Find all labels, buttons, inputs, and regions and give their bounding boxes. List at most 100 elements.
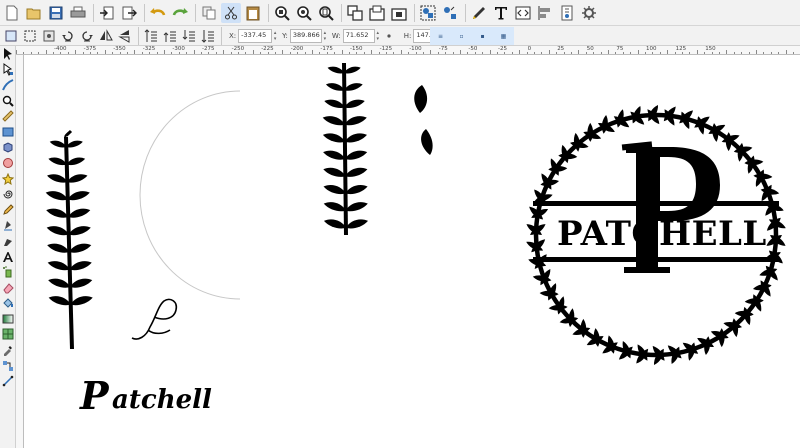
commands-toolbar <box>0 0 800 26</box>
pen-tool-icon[interactable] <box>0 218 16 234</box>
gradient-tool-icon[interactable] <box>0 311 16 327</box>
clone-icon[interactable] <box>367 3 387 23</box>
ruler-tick <box>349 52 350 54</box>
ruler-label: 100 <box>646 46 657 52</box>
group-icon[interactable] <box>418 3 438 23</box>
rotate-cw-icon[interactable] <box>78 27 95 44</box>
dropper-tool-icon[interactable] <box>0 342 16 358</box>
mesh-tool-icon[interactable] <box>0 327 16 343</box>
fern-leaf <box>68 259 93 272</box>
script-name-initial[interactable]: P <box>80 373 109 418</box>
zoom-tool-icon[interactable] <box>0 93 16 109</box>
xml-editor-icon[interactable] <box>513 3 533 23</box>
zoom-page-icon[interactable] <box>316 3 336 23</box>
document-properties-icon[interactable] <box>579 3 599 23</box>
tool-controls-bar: X: -337.45 ▴ ▾ Y: 389.866 ▴ ▾ W: 71.652 ▴ ▾… <box>0 26 800 46</box>
lpe-tool-icon[interactable] <box>0 373 16 389</box>
measure-tool-icon[interactable] <box>0 108 16 124</box>
fill-stroke-icon[interactable] <box>469 3 489 23</box>
loose-leaves[interactable] <box>414 85 433 155</box>
select-all-icon[interactable] <box>2 27 19 44</box>
ruler-tick <box>526 52 528 54</box>
guide-arc[interactable] <box>139 90 241 300</box>
deselect-icon[interactable] <box>40 27 57 44</box>
copy-icon[interactable] <box>199 3 219 23</box>
import-icon[interactable] <box>97 3 117 23</box>
ruler-tick <box>215 52 217 54</box>
scale-radius-icon[interactable]: ▫ <box>455 29 469 43</box>
ruler-tick <box>652 52 654 54</box>
redo-icon[interactable] <box>170 3 190 23</box>
y-input[interactable]: 389.866 <box>289 28 322 43</box>
lower-icon[interactable] <box>180 27 197 44</box>
ruler-tick <box>156 52 158 54</box>
rectangle-tool-icon[interactable] <box>0 124 16 140</box>
duplicate-icon[interactable] <box>345 3 365 23</box>
lock-proportions-icon[interactable] <box>381 27 398 44</box>
select-all-layers-icon[interactable] <box>21 27 38 44</box>
ruler-tick <box>38 52 40 54</box>
unlink-clone-icon[interactable] <box>389 3 409 23</box>
move-patterns-icon[interactable]: ▦ <box>497 29 511 43</box>
paint-bucket-tool-icon[interactable] <box>0 296 16 312</box>
fern-leaf <box>67 224 92 237</box>
3d-box-tool-icon[interactable] <box>0 140 16 156</box>
fern-leaf <box>67 207 92 219</box>
ruler-tick <box>134 50 136 54</box>
ellipse-tool-icon[interactable] <box>0 155 16 171</box>
fern-leaf <box>69 294 94 307</box>
cut-icon[interactable] <box>221 2 241 23</box>
ruler-tick <box>356 52 358 54</box>
raise-icon[interactable] <box>161 27 178 44</box>
preferences-icon[interactable] <box>557 3 577 23</box>
ruler-tick <box>756 50 757 54</box>
connector-tool-icon[interactable] <box>0 358 16 374</box>
toolbar-separator <box>93 3 94 22</box>
monogram-name-text[interactable]: PATCHELL <box>557 214 767 254</box>
star-tool-icon[interactable] <box>0 171 16 187</box>
fern-branch-middle[interactable] <box>321 62 369 236</box>
ungroup-icon[interactable] <box>440 3 460 23</box>
node-tool-icon[interactable] <box>0 62 16 78</box>
zoom-selection-icon[interactable] <box>272 3 292 23</box>
print-icon[interactable] <box>68 3 88 23</box>
spray-tool-icon[interactable] <box>0 264 16 280</box>
w-input[interactable]: 71.652 <box>342 28 375 43</box>
paste-icon[interactable] <box>243 3 263 23</box>
fern-leaf <box>322 183 347 195</box>
x-spin-icon[interactable]: ▴ ▾ <box>272 30 278 42</box>
x-input[interactable]: -337.45 <box>238 28 273 43</box>
calligraphy-tool-icon[interactable] <box>0 233 16 249</box>
open-icon[interactable] <box>24 3 44 23</box>
script-name-text[interactable]: atchell <box>112 385 212 415</box>
selector-tool-icon[interactable] <box>0 46 16 62</box>
undo-icon[interactable] <box>148 3 168 23</box>
ruler-tick <box>201 52 202 54</box>
move-gradients-icon[interactable]: ▪ <box>476 29 490 43</box>
spiral-tool-icon[interactable] <box>0 186 16 202</box>
eraser-tool-icon[interactable] <box>0 280 16 296</box>
flip-vertical-icon[interactable] <box>116 27 133 44</box>
lower-to-bottom-icon[interactable] <box>199 27 216 44</box>
y-spin-icon[interactable]: ▴ ▾ <box>322 30 328 42</box>
ruler-tick <box>238 52 239 54</box>
ruler-tick <box>90 52 91 54</box>
text-tool-icon[interactable] <box>0 249 16 265</box>
scale-stroke-icon[interactable]: ≡ <box>434 29 448 43</box>
raise-to-top-icon[interactable] <box>142 27 159 44</box>
new-document-icon[interactable] <box>2 3 22 23</box>
save-icon[interactable] <box>46 3 66 23</box>
ruler-tick <box>474 52 476 54</box>
rotate-ccw-icon[interactable] <box>59 27 76 44</box>
pencil-tool-icon[interactable] <box>0 202 16 218</box>
align-distribute-icon[interactable] <box>535 3 555 23</box>
export-icon[interactable] <box>119 3 139 23</box>
script-monogram-p[interactable] <box>131 298 178 340</box>
flip-horizontal-icon[interactable] <box>97 27 114 44</box>
fern-branch-left[interactable] <box>44 129 94 350</box>
zoom-drawing-icon[interactable] <box>294 3 314 23</box>
ruler-tick <box>460 50 461 54</box>
drawing-canvas[interactable]: PATCHELL P atchell <box>24 55 800 448</box>
text-font-icon[interactable] <box>491 3 511 23</box>
tweak-tool-icon[interactable] <box>0 77 16 93</box>
